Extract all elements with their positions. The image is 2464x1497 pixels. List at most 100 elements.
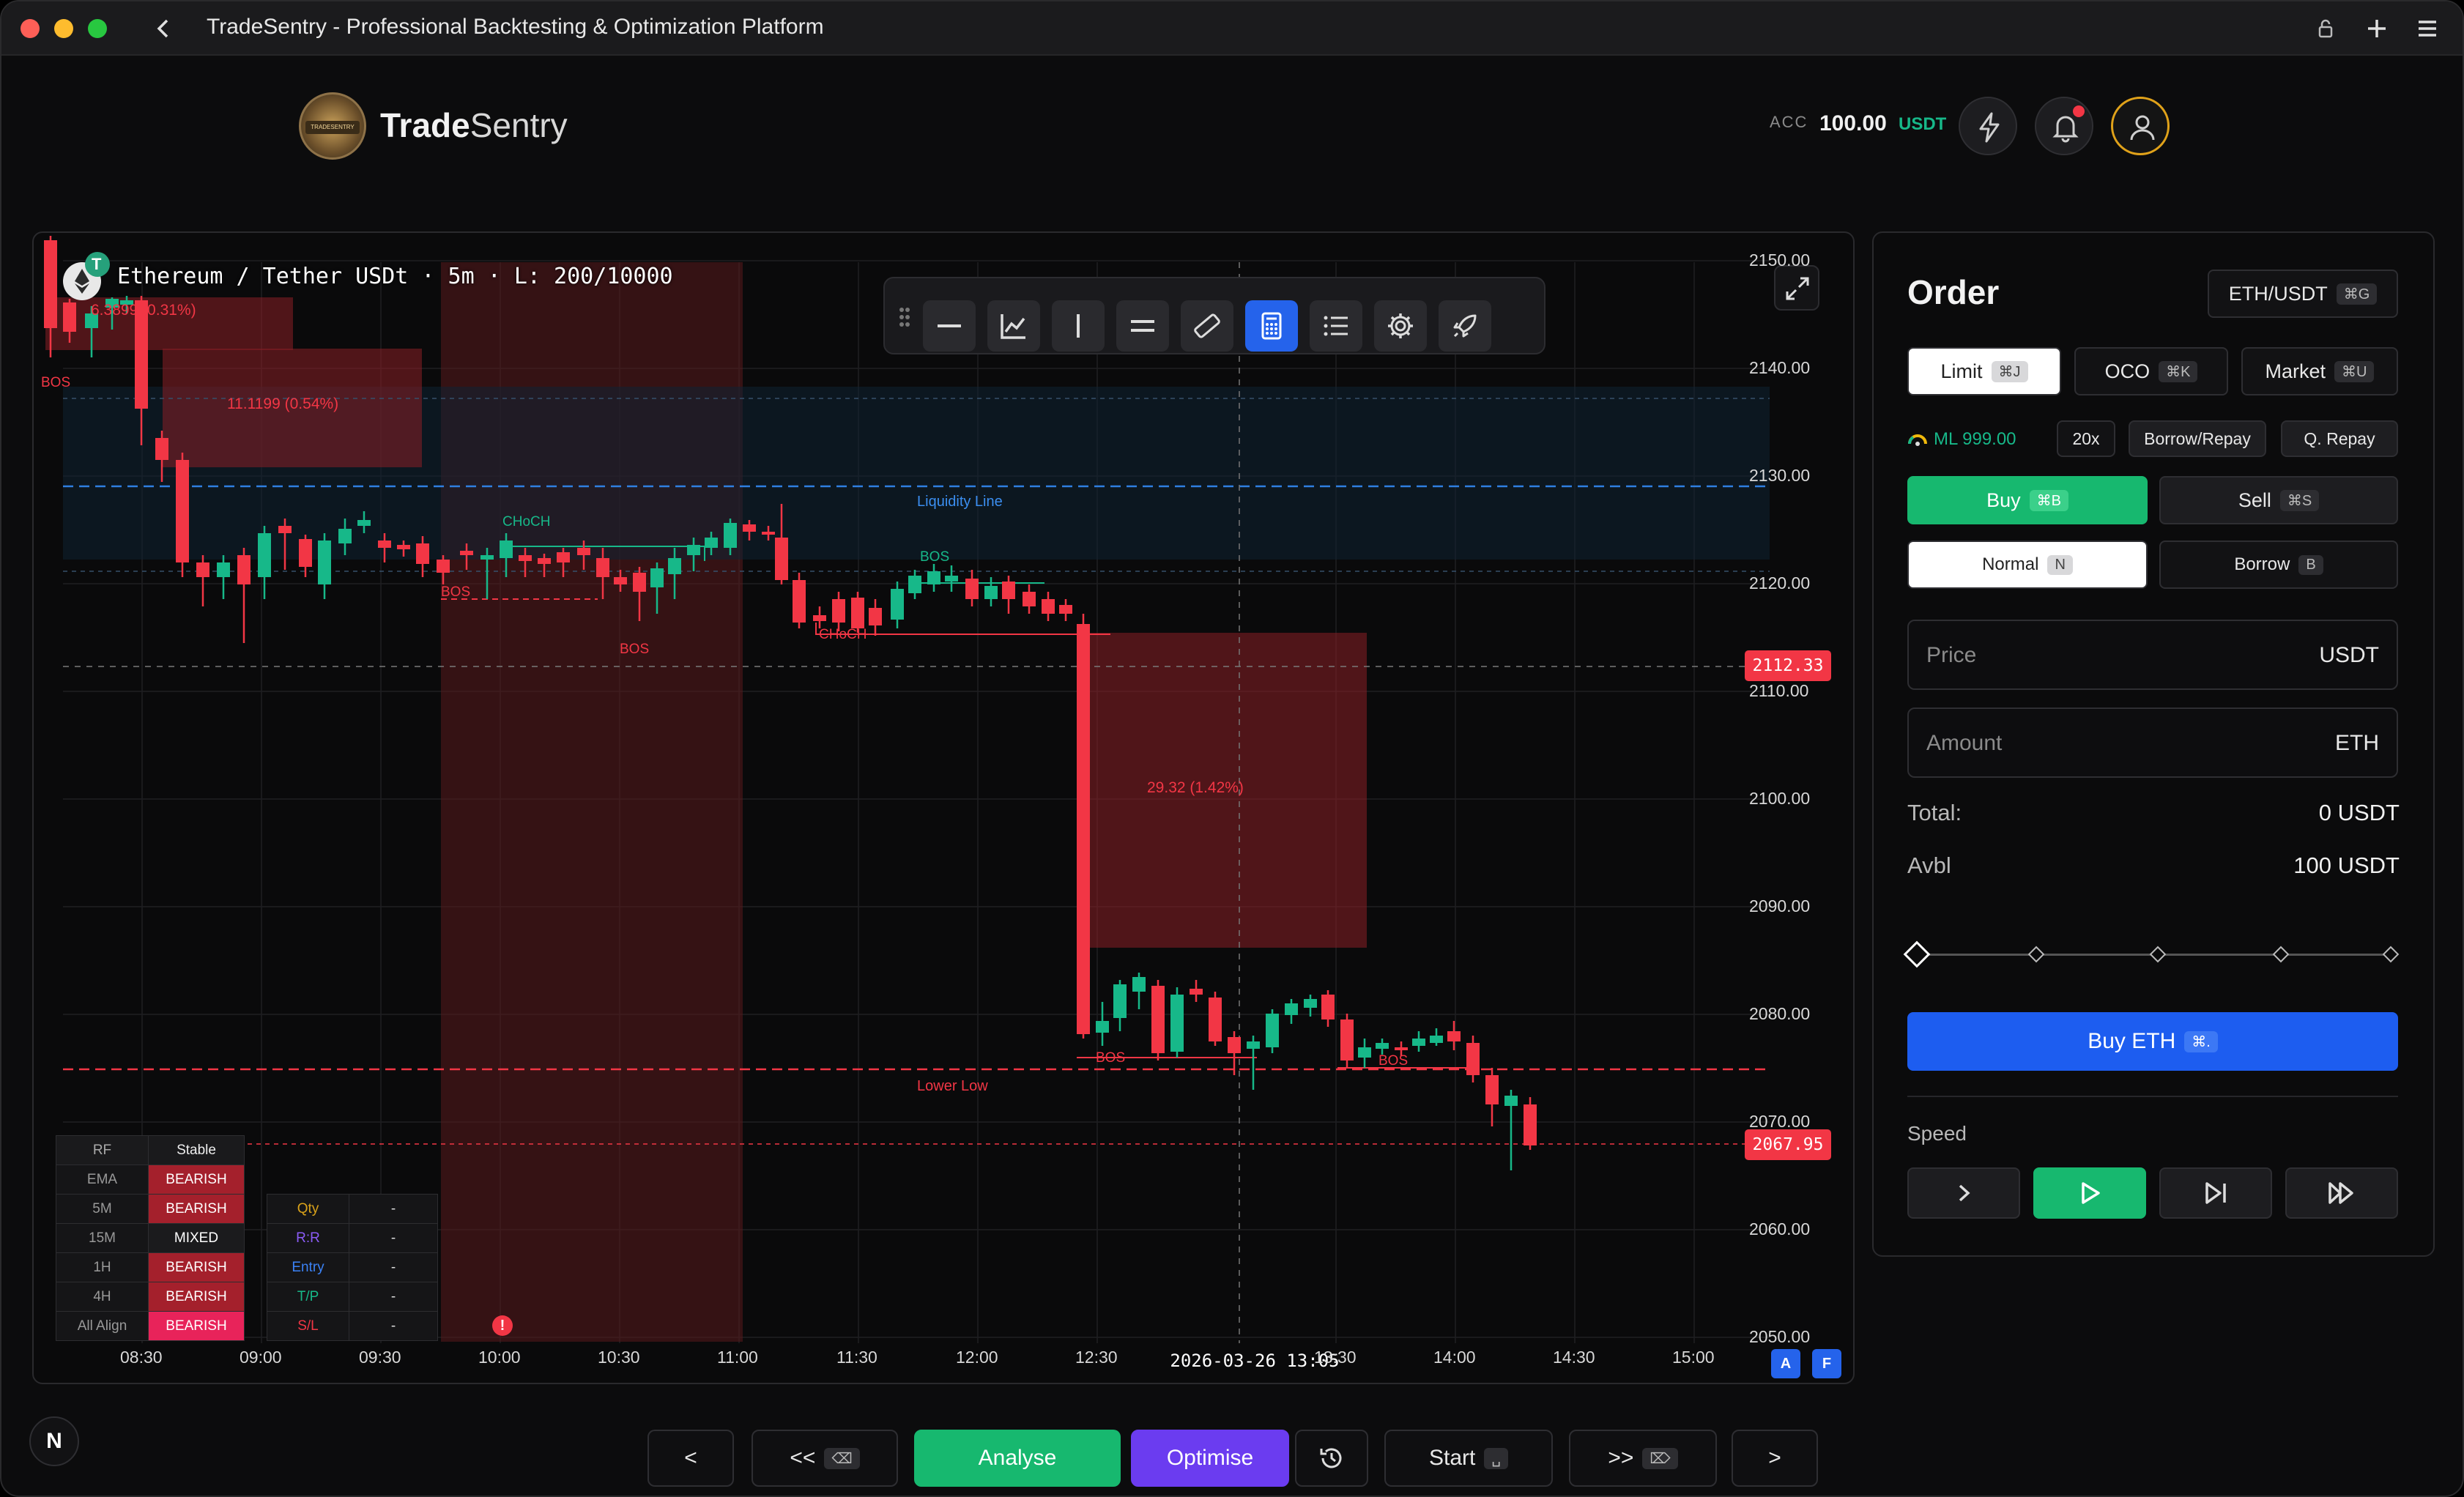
candle-body: [1151, 986, 1165, 1053]
time-axis-label: 11:30: [836, 1348, 877, 1367]
sell-side-button[interactable]: Sell ⌘S: [2159, 476, 2398, 524]
price-input[interactable]: Price USDT: [1907, 620, 2398, 690]
profile-button[interactable]: [2111, 97, 2170, 155]
horizontal-line-icon: [938, 324, 961, 327]
candle-body: [596, 558, 609, 577]
slider-stop-50[interactable]: [2149, 946, 2167, 963]
analyse-button[interactable]: Analyse: [914, 1430, 1121, 1487]
candle-body: [1358, 1047, 1371, 1058]
lower-low-label: Lower Low: [917, 1078, 988, 1094]
play-button[interactable]: [2033, 1167, 2146, 1219]
price-axis-label: 2140.00: [1749, 358, 1811, 377]
menu-icon[interactable]: [2416, 18, 2439, 40]
drag-handle-icon[interactable]: [898, 306, 911, 328]
candle-body: [1266, 1014, 1279, 1047]
slider-stop-100[interactable]: [2382, 946, 2400, 963]
gear-icon: [1388, 313, 1413, 338]
trade-row-value: -: [349, 1282, 438, 1312]
trend-row-label: 1H: [56, 1252, 149, 1282]
trend-row: 5M BEARISH: [56, 1194, 245, 1224]
order-type-market-tab[interactable]: Market ⌘U: [2241, 347, 2398, 395]
step-back-label: <<: [790, 1446, 816, 1470]
order-type-limit-tab[interactable]: Limit ⌘J: [1907, 347, 2061, 395]
slider-stop-75[interactable]: [2272, 946, 2290, 963]
candle-body: [1304, 999, 1317, 1008]
chart-panel[interactable]: 6.3899 (0.31%) 11.1199 (0.54%) 29.32 (1.…: [32, 231, 1855, 1384]
candle-body: [500, 541, 513, 558]
lock-icon[interactable]: [2316, 18, 2335, 40]
amount-input[interactable]: Amount ETH: [1907, 707, 2398, 778]
parallel-lines-tool[interactable]: [1116, 300, 1169, 352]
price-axis-label: 2060.00: [1749, 1219, 1811, 1238]
start-button[interactable]: Start ␣: [1384, 1430, 1553, 1487]
order-title: Order: [1907, 273, 2000, 311]
user-avatar[interactable]: N: [29, 1416, 79, 1466]
fast-forward-button[interactable]: [2285, 1167, 2398, 1219]
list-tool[interactable]: [1310, 300, 1362, 352]
time-axis-label: 13:30: [1314, 1348, 1357, 1367]
zoom-window-button[interactable]: [88, 19, 107, 38]
candle-body: [1376, 1043, 1389, 1049]
time-axis-label: 09:30: [359, 1348, 401, 1367]
leverage-button[interactable]: 20x: [2057, 420, 2115, 457]
candle-body: [1170, 995, 1184, 1052]
candle-body: [460, 551, 473, 555]
trend-row-value: MIXED: [148, 1223, 245, 1253]
buy-side-label: Buy: [1986, 489, 2021, 511]
time-axis-label: 14:30: [1553, 1348, 1595, 1367]
order-type-label: Market: [2265, 360, 2326, 382]
step-forward-bar-button[interactable]: >> ⌦: [1569, 1430, 1717, 1487]
prev-candle-button[interactable]: <: [647, 1430, 734, 1487]
step-back-button[interactable]: << ⌫: [752, 1430, 898, 1487]
badge-a-button[interactable]: A: [1771, 1349, 1800, 1378]
calculator-tool[interactable]: [1245, 300, 1298, 352]
new-tab-plus-icon[interactable]: [2364, 16, 2389, 41]
ruler-tool[interactable]: [1181, 300, 1233, 352]
amount-slider-handle[interactable]: [1903, 940, 1931, 968]
candle-body: [278, 526, 292, 533]
optimise-button[interactable]: Optimise: [1131, 1430, 1289, 1487]
slider-stop-25[interactable]: [2027, 946, 2045, 963]
amount-placeholder: Amount: [1926, 731, 2003, 755]
candle-body: [1113, 984, 1127, 1018]
close-window-button[interactable]: [21, 19, 40, 38]
trend-tool[interactable]: [987, 300, 1040, 352]
list-icon: [1324, 316, 1348, 336]
back-chevron-icon[interactable]: [152, 16, 174, 41]
alert-marker-icon[interactable]: !: [492, 1315, 513, 1336]
candle-body: [614, 577, 627, 584]
next-candle-button[interactable]: >: [1732, 1430, 1818, 1487]
bos-label-3: BOS: [620, 642, 650, 657]
history-button[interactable]: [1295, 1430, 1368, 1487]
candle-body: [832, 599, 845, 623]
tether-logo-icon: T: [85, 252, 110, 277]
settings-tool[interactable]: [1374, 300, 1427, 352]
horizontal-line-tool[interactable]: [923, 300, 976, 352]
vertical-line-tool[interactable]: [1052, 300, 1105, 352]
delete-key-icon: ⌦: [1642, 1447, 1678, 1469]
fullscreen-button[interactable]: [1774, 265, 1819, 311]
submit-buy-button[interactable]: Buy ETH ⌘.: [1907, 1012, 2398, 1071]
order-type-oco-tab[interactable]: OCO ⌘K: [2074, 347, 2228, 395]
quick-repay-button[interactable]: Q. Repay: [2281, 420, 2398, 457]
quick-action-button[interactable]: [1959, 97, 2017, 155]
pair-selector-button[interactable]: ETH/USDT ⌘G: [2208, 270, 2398, 318]
launch-tool[interactable]: [1439, 300, 1491, 352]
brand-seal-text: TRADESENTRY: [305, 121, 360, 134]
borrow-mode-button[interactable]: Borrow B: [2159, 541, 2398, 589]
badge-f-button[interactable]: F: [1812, 1349, 1841, 1378]
step-forward-label: >>: [1608, 1446, 1634, 1470]
notifications-button[interactable]: [2035, 97, 2093, 155]
candle-body: [1430, 1036, 1443, 1043]
step-forward-button[interactable]: [2159, 1167, 2272, 1219]
buy-side-button[interactable]: Buy ⌘B: [1907, 476, 2148, 524]
candle-body: [1340, 1019, 1354, 1060]
speed-slow-button[interactable]: [1907, 1167, 2020, 1219]
last-price-tag: 2067.95: [1745, 1129, 1831, 1160]
minimize-window-button[interactable]: [54, 19, 73, 38]
borrow-repay-button[interactable]: Borrow/Repay: [2129, 420, 2266, 457]
candle-body: [813, 615, 826, 621]
normal-mode-button[interactable]: Normal N: [1907, 541, 2148, 589]
chart-line-icon: [1001, 314, 1025, 339]
candle-body: [743, 524, 756, 532]
